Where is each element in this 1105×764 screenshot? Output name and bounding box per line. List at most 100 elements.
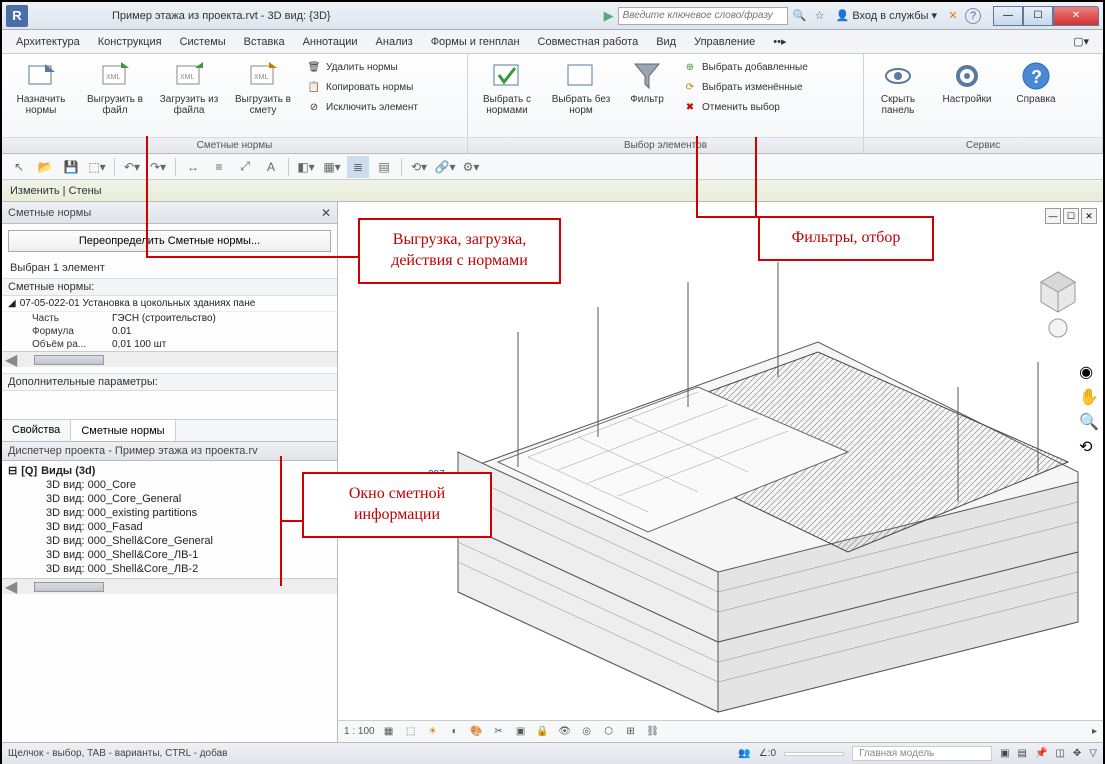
- cancel-select-button[interactable]: ✖Отменить выбор: [680, 98, 810, 116]
- worksharing-icon[interactable]: 👥: [738, 748, 750, 759]
- select-without-norms-button[interactable]: Выбрать без норм: [548, 58, 614, 118]
- visual-style-icon[interactable]: ⬚: [403, 724, 419, 740]
- constraints-icon[interactable]: ⛓: [645, 724, 661, 740]
- search-input[interactable]: [618, 7, 788, 25]
- star-icon[interactable]: ☆: [812, 8, 828, 24]
- redo-icon[interactable]: ↷▾: [147, 156, 169, 178]
- hide-panel-button[interactable]: Скрыть панель: [870, 58, 926, 118]
- export-estimate-button[interactable]: XML Выгрузить в смету: [230, 58, 296, 118]
- menu-view[interactable]: Вид: [648, 33, 684, 51]
- h-scrollbar[interactable]: ◀: [2, 578, 337, 594]
- select-links-icon[interactable]: ▣: [1000, 748, 1009, 759]
- text-icon[interactable]: A: [260, 156, 282, 178]
- copy-norms-button[interactable]: 📋Копировать нормы: [304, 78, 420, 96]
- reveal-icon[interactable]: ◎: [579, 724, 595, 740]
- tree-item[interactable]: 3D вид: 000_Shell&Core_General: [6, 534, 333, 548]
- section-icon[interactable]: ◧▾: [295, 156, 317, 178]
- render-icon[interactable]: ▤: [373, 156, 395, 178]
- lock-icon[interactable]: 🔒: [535, 724, 551, 740]
- assign-norms-button[interactable]: Назначить нормы: [8, 58, 74, 118]
- 3d-icon[interactable]: ⬚▾: [86, 156, 108, 178]
- menu-collaborate[interactable]: Совместная работа: [530, 33, 647, 51]
- minimize-button[interactable]: —: [993, 6, 1023, 26]
- model-selector[interactable]: Главная модель: [852, 746, 992, 761]
- filter-status-icon[interactable]: ▽: [1089, 748, 1097, 759]
- tab-norms[interactable]: Сметные нормы: [71, 420, 175, 441]
- align-icon[interactable]: ≡: [208, 156, 230, 178]
- select-face-icon[interactable]: ◫: [1055, 748, 1064, 759]
- menu-structure[interactable]: Конструкция: [90, 33, 170, 51]
- select-pinned-icon[interactable]: 📌: [1035, 748, 1047, 759]
- tree-root-views[interactable]: ⊟ [Q] Виды (3d): [6, 463, 333, 478]
- thin-lines-icon[interactable]: ≣: [347, 156, 369, 178]
- tree-item[interactable]: 3D вид: 000_Shell&Core_ЛВ-2: [6, 562, 333, 576]
- manage-links-icon[interactable]: ⚙▾: [460, 156, 482, 178]
- angle-field[interactable]: ∠:0: [759, 748, 776, 759]
- export-file-button[interactable]: XML Выгрузить в файл: [82, 58, 148, 118]
- menu-insert[interactable]: Вставка: [236, 33, 293, 51]
- temp-hide-icon[interactable]: 👁: [557, 724, 573, 740]
- override-norms-button[interactable]: Переопределить Сметные нормы...: [8, 230, 331, 252]
- expand-icon[interactable]: ◢: [8, 298, 16, 309]
- context-label: Изменить | Стены: [10, 185, 102, 197]
- tree-item[interactable]: 3D вид: 000_Core_General: [6, 492, 333, 506]
- measure-icon[interactable]: ↔: [182, 156, 204, 178]
- exchange-icon[interactable]: ✕: [945, 8, 961, 24]
- filter-button[interactable]: Фильтр: [622, 58, 672, 107]
- menu-manage[interactable]: Управление: [686, 33, 763, 51]
- open-icon[interactable]: 📂: [34, 156, 56, 178]
- menu-more[interactable]: ••▸: [765, 32, 794, 51]
- binoculars-icon[interactable]: 🔍: [792, 8, 808, 24]
- link-icon[interactable]: 🔗▾: [434, 156, 456, 178]
- zoom-icon[interactable]: 🔍: [1079, 412, 1099, 434]
- tree-item[interactable]: 3D вид: 000_Core: [6, 478, 333, 492]
- detail-icon[interactable]: ▦▾: [321, 156, 343, 178]
- settings-button[interactable]: Настройки: [934, 58, 1000, 107]
- maximize-button[interactable]: ☐: [1023, 6, 1053, 26]
- select-underlay-icon[interactable]: ▤: [1018, 748, 1027, 759]
- login-button[interactable]: 👤 Вход в службы ▾: [832, 9, 941, 22]
- menu-expand[interactable]: ▢▾: [1065, 32, 1097, 51]
- help-button[interactable]: ? Справка: [1008, 58, 1064, 107]
- analytic-icon[interactable]: ⬡: [601, 724, 617, 740]
- select-with-norms-button[interactable]: Выбрать с нормами: [474, 58, 540, 118]
- tree-item[interactable]: 3D вид: 000_Fasad: [6, 520, 333, 534]
- tree-item[interactable]: 3D вид: 000_existing partitions: [6, 506, 333, 520]
- tab-properties[interactable]: Свойства: [2, 420, 71, 441]
- scale-label[interactable]: 1 : 100: [344, 726, 375, 737]
- orbit-icon[interactable]: ⟲: [1079, 437, 1099, 459]
- close-button[interactable]: ✕: [1053, 6, 1099, 26]
- modify-icon[interactable]: ↖: [8, 156, 30, 178]
- collapse-icon[interactable]: ⊟: [8, 464, 17, 477]
- select-changed-button[interactable]: ⟳Выбрать изменённые: [680, 78, 810, 96]
- worksets-icon[interactable]: ⊞: [623, 724, 639, 740]
- panel-close-icon[interactable]: ✕: [321, 206, 331, 220]
- dimension-icon[interactable]: ⤢: [234, 156, 256, 178]
- delete-norms-button[interactable]: 🗑Удалить нормы: [304, 58, 420, 76]
- crop-icon[interactable]: ✂: [491, 724, 507, 740]
- menu-architecture[interactable]: Архитектура: [8, 33, 88, 51]
- save-icon[interactable]: 💾: [60, 156, 82, 178]
- help-icon[interactable]: ?: [965, 8, 981, 24]
- menu-analyze[interactable]: Анализ: [368, 33, 421, 51]
- render-icon[interactable]: 🎨: [469, 724, 485, 740]
- undo-icon[interactable]: ↶▾: [121, 156, 143, 178]
- tree-item[interactable]: 3D вид: 000_Shell&Core_ЛВ-1: [6, 548, 333, 562]
- shadows-icon[interactable]: ◐: [447, 724, 463, 740]
- import-file-button[interactable]: XML Загрузить из файла: [156, 58, 222, 118]
- detail-level-icon[interactable]: ▦: [381, 724, 397, 740]
- select-added-button[interactable]: ⊕Выбрать добавленные: [680, 58, 810, 76]
- sync-icon[interactable]: ⟲▾: [408, 156, 430, 178]
- menu-systems[interactable]: Системы: [172, 33, 234, 51]
- menu-massing[interactable]: Формы и генплан: [423, 33, 528, 51]
- drag-elements-icon[interactable]: ✥: [1073, 748, 1081, 759]
- exclude-element-button[interactable]: ⊘Исключить элемент: [304, 98, 420, 116]
- nav-wheel-icon[interactable]: ◉: [1079, 362, 1099, 384]
- view-cube[interactable]: [1031, 262, 1085, 340]
- norm-item[interactable]: ◢ 07-05-022-01 Установка в цокольных зда…: [2, 296, 337, 312]
- menu-annotate[interactable]: Аннотации: [295, 33, 366, 51]
- sun-path-icon[interactable]: ☀: [425, 724, 441, 740]
- h-scrollbar[interactable]: ◀: [2, 351, 337, 367]
- crop-visible-icon[interactable]: ▣: [513, 724, 529, 740]
- pan-icon[interactable]: ✋: [1079, 387, 1099, 409]
